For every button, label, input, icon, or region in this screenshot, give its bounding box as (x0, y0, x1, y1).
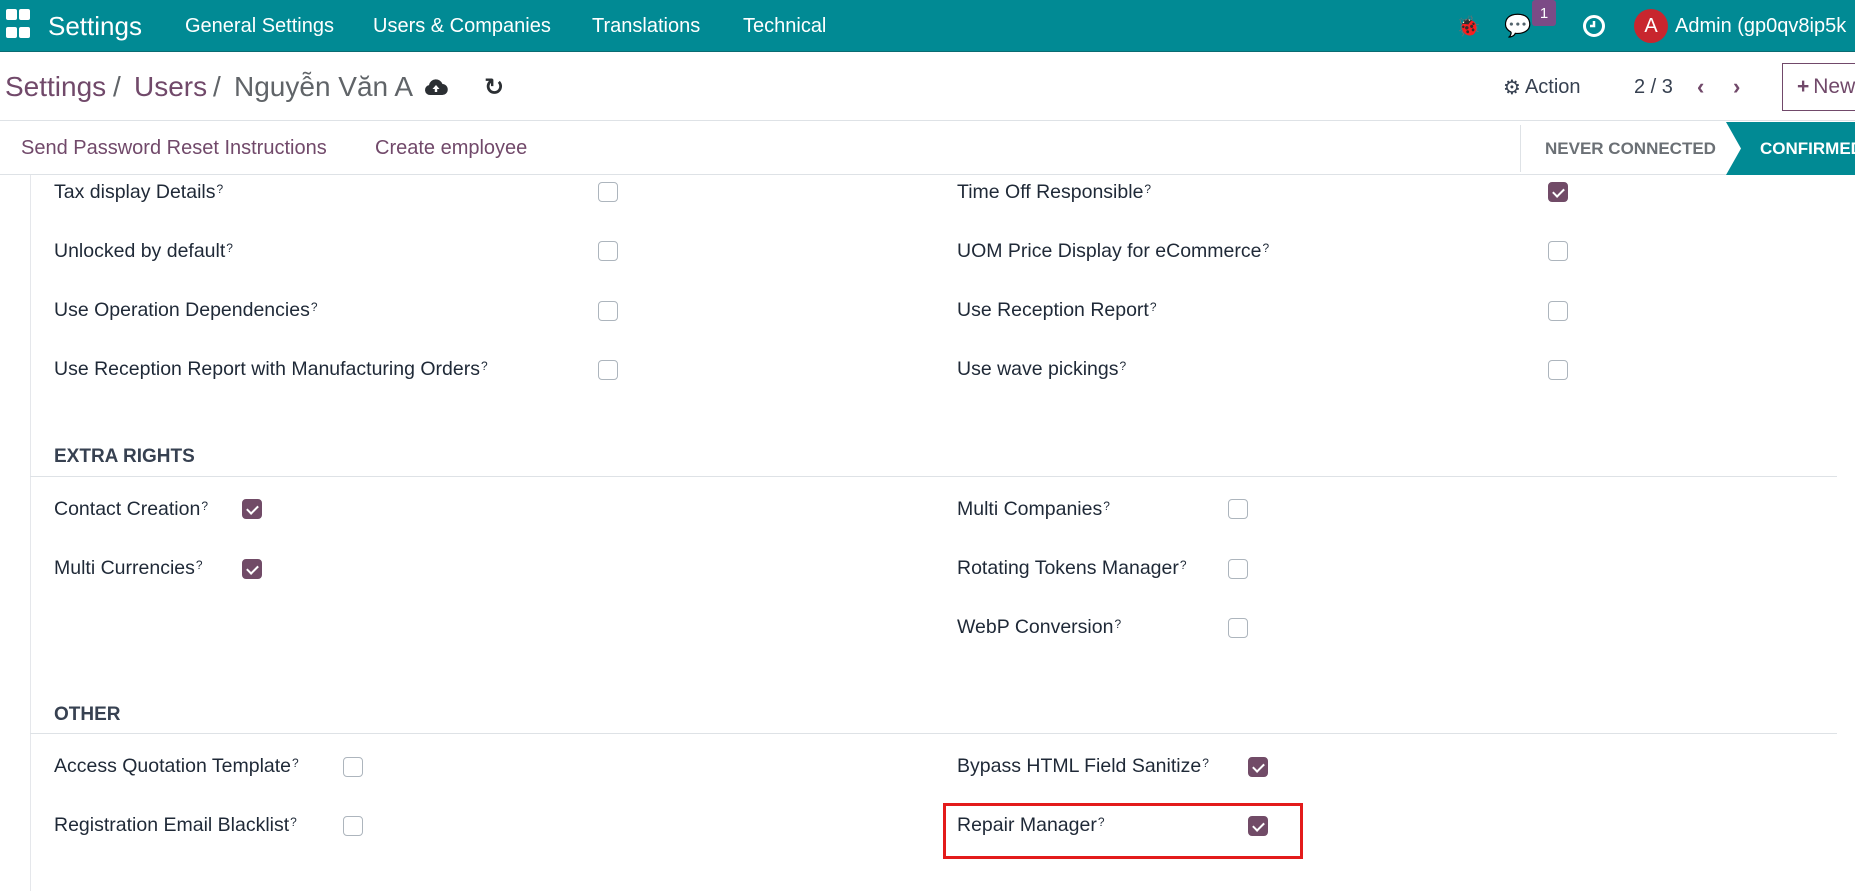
new-button[interactable]: + New (1782, 63, 1855, 111)
help-icon[interactable]: ? (1150, 300, 1157, 314)
field-label: Rotating Tokens Manager? (957, 556, 1187, 579)
field-label: Use wave pickings? (957, 357, 1127, 380)
field-label: Multi Companies? (957, 497, 1110, 520)
checkbox-rotating-tokens-manager[interactable] (1228, 559, 1248, 579)
field-label: Use Reception Report with Manufacturing … (54, 357, 488, 380)
help-icon[interactable]: ? (481, 359, 488, 373)
checkbox-time-off-responsible[interactable] (1548, 182, 1568, 202)
help-icon[interactable]: ? (292, 756, 299, 770)
send-password-reset-button[interactable]: Send Password Reset Instructions (21, 122, 327, 175)
app-title[interactable]: Settings (48, 0, 142, 52)
checkbox-contact-creation[interactable] (242, 499, 262, 519)
stage-confirmed[interactable]: CONFIRMED (1760, 122, 1855, 175)
breadcrumb-current-record: Nguyễn Văn A (234, 71, 414, 102)
field-label: UOM Price Display for eCommerce? (957, 239, 1270, 262)
help-icon[interactable]: ? (201, 499, 208, 513)
messages-badge: 1 (1532, 0, 1556, 26)
form-statusbar: Send Password Reset Instructions Create … (0, 122, 1855, 175)
breadcrumb-separator: / (113, 71, 121, 102)
checkbox-multi-companies[interactable] (1228, 499, 1248, 519)
checkbox-unlocked-by-default[interactable] (598, 241, 618, 261)
help-icon[interactable]: ? (1202, 756, 1209, 770)
section-title-other: OTHER (54, 704, 121, 725)
breadcrumb-users[interactable]: Users (134, 53, 207, 121)
help-icon[interactable]: ? (1103, 499, 1110, 513)
nav-general-settings[interactable]: General Settings (185, 0, 334, 52)
divider (1520, 125, 1521, 172)
field-label: Registration Email Blacklist? (54, 813, 297, 836)
top-navbar: Settings General Settings Users & Compan… (0, 0, 1855, 52)
help-icon[interactable]: ? (1144, 182, 1151, 196)
field-label: WebP Conversion? (957, 615, 1122, 638)
control-panel: Settings / Users / Nguyễn Văn A ↻ ⚙ Actio… (0, 53, 1855, 121)
breadcrumb-settings[interactable]: Settings (5, 53, 106, 121)
user-menu[interactable]: Admin (gp0qv8ip5k (1675, 0, 1846, 52)
help-icon[interactable]: ? (1180, 558, 1187, 572)
pager-previous-icon[interactable]: ‹ (1697, 53, 1704, 121)
pager-next-icon[interactable]: › (1733, 53, 1740, 121)
help-icon[interactable]: ? (216, 182, 223, 196)
field-label: Use Operation Dependencies? (54, 298, 318, 321)
field-label: Contact Creation? (54, 497, 209, 520)
help-icon[interactable]: ? (226, 241, 233, 255)
section-title-extra-rights: EXTRA RIGHTS (54, 446, 195, 467)
checkbox-use-operation-dependencies[interactable] (598, 301, 618, 321)
field-label: Unlocked by default? (54, 239, 233, 262)
action-label: Action (1524, 75, 1581, 98)
checkbox-use-reception-report[interactable] (1548, 301, 1568, 321)
annotation-highlight-box (943, 803, 1303, 859)
discard-undo-icon[interactable]: ↻ (484, 53, 504, 121)
checkbox-registration-email-blacklist[interactable] (343, 816, 363, 836)
breadcrumb-separator: / (213, 71, 221, 102)
checkbox-access-quotation-template[interactable] (343, 757, 363, 777)
chat-icon[interactable]: 💬 (1504, 0, 1531, 52)
create-employee-button[interactable]: Create employee (375, 122, 527, 175)
nav-technical[interactable]: Technical (743, 0, 826, 52)
user-avatar[interactable]: A (1634, 9, 1668, 43)
checkbox-use-reception-report-mo[interactable] (598, 360, 618, 380)
action-menu-button[interactable]: ⚙ Action (1503, 53, 1581, 121)
checkbox-bypass-html-field-sanitize[interactable] (1248, 757, 1268, 777)
section-divider (30, 733, 1837, 734)
checkbox-webp-conversion[interactable] (1228, 618, 1248, 638)
section-divider (30, 476, 1837, 477)
gear-icon: ⚙ (1503, 76, 1521, 99)
help-icon[interactable]: ? (1114, 617, 1121, 631)
checkbox-multi-currencies[interactable] (242, 559, 262, 579)
checkbox-use-wave-pickings[interactable] (1548, 360, 1568, 380)
nav-users-companies[interactable]: Users & Companies (373, 0, 551, 52)
stage-never-connected[interactable]: NEVER CONNECTED (1545, 122, 1716, 175)
field-label: Use Reception Report? (957, 298, 1157, 321)
help-icon[interactable]: ? (196, 558, 203, 572)
field-label: Time Off Responsible? (957, 180, 1152, 203)
pager-value[interactable]: 2 / 3 (1634, 53, 1673, 121)
checkbox-tax-display-details[interactable] (598, 182, 618, 202)
plus-icon: + (1797, 75, 1810, 98)
debug-bug-icon[interactable]: 🐞 (1456, 0, 1481, 52)
field-label: Tax display Details? (54, 180, 224, 203)
field-label: Multi Currencies? (54, 556, 203, 579)
checkbox-uom-price-display[interactable] (1548, 241, 1568, 261)
help-icon[interactable]: ? (1119, 359, 1126, 373)
help-icon[interactable]: ? (311, 300, 318, 314)
field-label: Access Quotation Template? (54, 754, 299, 777)
activity-clock-icon[interactable] (1582, 0, 1606, 52)
sheet-border (30, 175, 31, 891)
save-cloud-upload-icon[interactable] (424, 53, 448, 121)
nav-translations[interactable]: Translations (592, 0, 700, 52)
help-icon[interactable]: ? (290, 815, 297, 829)
help-icon[interactable]: ? (1262, 241, 1269, 255)
new-label: New (1813, 75, 1855, 98)
field-label: Bypass HTML Field Sanitize? (957, 754, 1209, 777)
apps-menu-icon[interactable] (5, 0, 31, 52)
